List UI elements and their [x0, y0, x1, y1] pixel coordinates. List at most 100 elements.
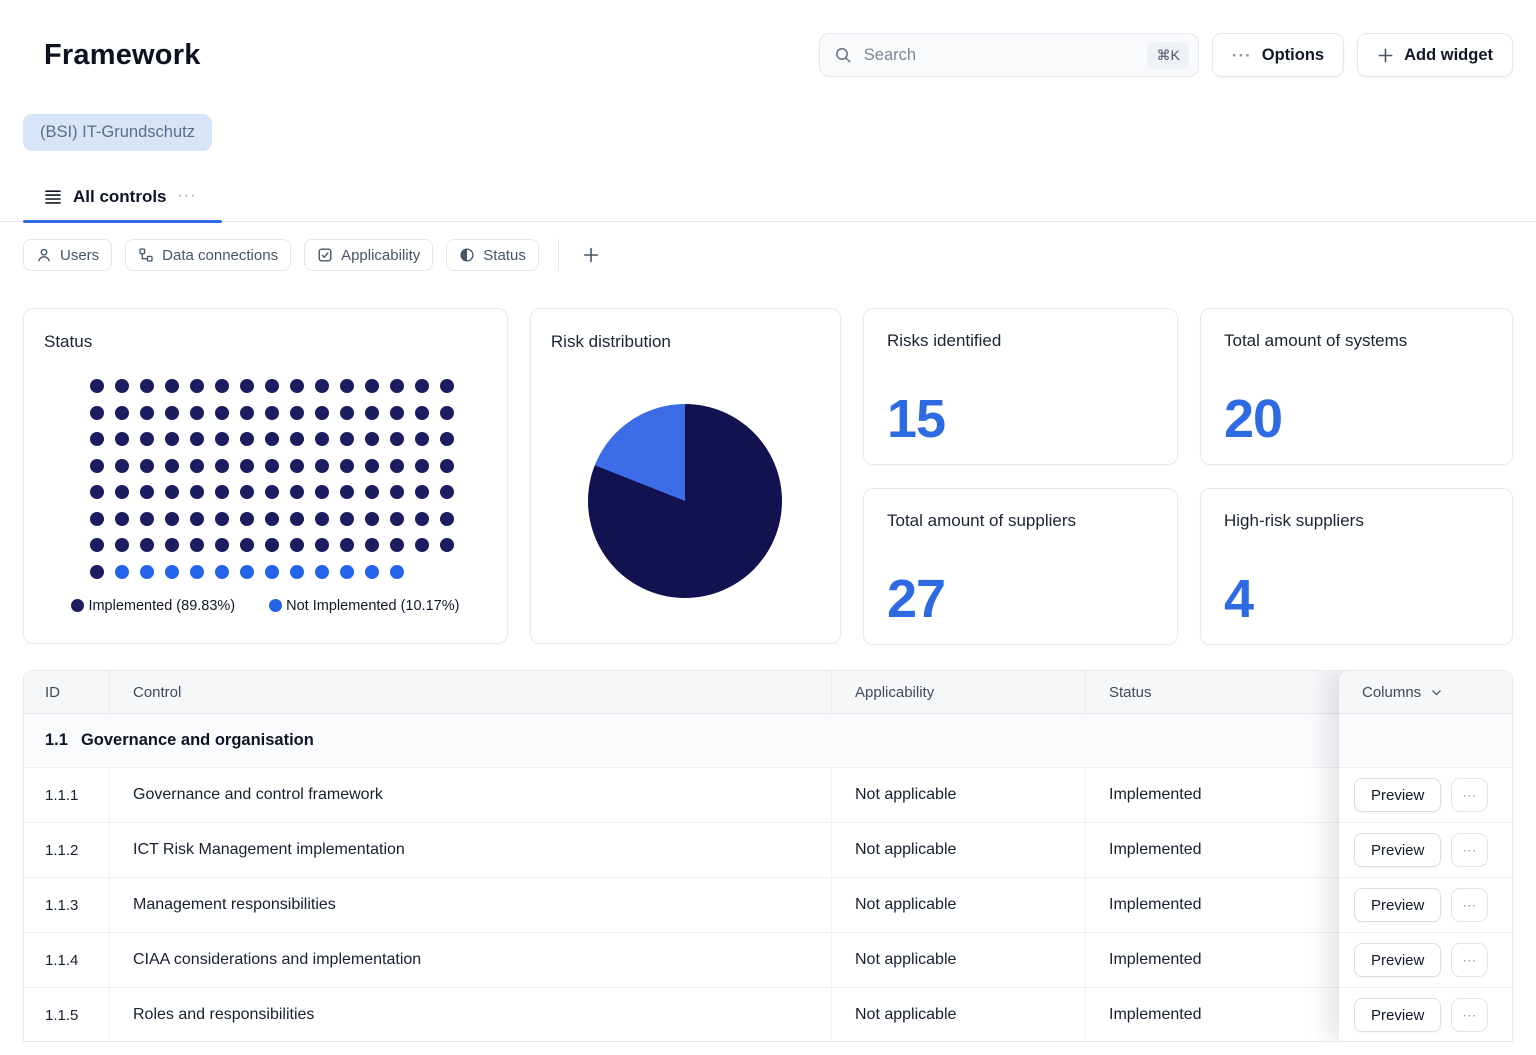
status-dot-implemented: [90, 538, 104, 552]
row-control-cell: Governance and control framework: [109, 768, 831, 822]
columns-panel-row: Preview ⋯: [1339, 933, 1512, 988]
checkbox-icon: [317, 247, 333, 263]
status-dot-implemented: [190, 379, 204, 393]
status-dot-implemented: [440, 485, 454, 499]
plus-icon: [1377, 47, 1394, 64]
status-dot-implemented: [215, 405, 229, 420]
row-more-button[interactable]: ⋯: [1451, 778, 1489, 812]
table-row[interactable]: 1.1.5 Roles and responsibilities Not appli…: [24, 988, 1512, 1041]
tab-all-controls[interactable]: All controls ···: [23, 187, 222, 223]
columns-panel-row: Preview ⋯: [1339, 768, 1512, 823]
row-more-button[interactable]: ⋯: [1451, 998, 1489, 1032]
status-dot-implemented: [215, 511, 229, 526]
table-row[interactable]: 1.1.3 Management responsibilities Not appl…: [24, 878, 1512, 933]
status-dot-implemented: [265, 405, 279, 420]
tab-all-controls-label: All controls: [73, 187, 167, 206]
status-dot-implemented: [115, 432, 129, 446]
filter-chip-data-connections[interactable]: Data connections: [125, 239, 292, 271]
table-section-row[interactable]: 1.1 Governance and organisation: [24, 714, 1512, 768]
row-status-cell: Implemented: [1085, 878, 1341, 932]
total-suppliers-widget: Total amount of suppliers 27: [863, 488, 1178, 645]
filter-chip-label: Data connections: [162, 246, 279, 264]
row-more-button[interactable]: ⋯: [1451, 888, 1489, 922]
status-dot-implemented: [90, 405, 104, 420]
status-dot-implemented: [240, 405, 254, 420]
row-control-cell: Roles and responsibilities: [109, 988, 831, 1041]
status-dot-not-implemented: [240, 564, 254, 579]
section-title: Governance and organisation: [80, 731, 314, 749]
filter-chip-users[interactable]: Users: [23, 239, 113, 271]
status-dot-implemented: [190, 538, 204, 552]
risk-distribution-title: Risk distribution: [550, 332, 671, 351]
add-filter-button[interactable]: [578, 246, 604, 264]
status-dot-implemented: [240, 379, 254, 393]
column-header-control[interactable]: Control: [109, 671, 831, 713]
status-dot-implemented: [115, 538, 129, 552]
status-dot-implemented: [215, 379, 229, 393]
status-dot-implemented: [390, 432, 404, 446]
filter-chip-label: Status: [483, 246, 526, 264]
status-dot-implemented: [140, 379, 154, 393]
preview-button[interactable]: Preview: [1354, 833, 1442, 867]
controls-table: ID Control Applicability Status 1.1 Gove…: [23, 670, 1513, 1042]
status-dot-implemented: [440, 511, 454, 526]
filter-chip-status[interactable]: Status: [446, 239, 539, 271]
status-dot-implemented: [140, 405, 154, 420]
table-row[interactable]: 1.1.2 ICT Risk Management implementation N…: [24, 823, 1512, 878]
preview-button[interactable]: Preview: [1354, 888, 1442, 922]
status-dot-implemented: [315, 458, 329, 473]
column-header-applicability[interactable]: Applicability: [831, 671, 1085, 713]
status-widget: Status Implemented (89.83%) Not Implement…: [23, 308, 508, 644]
row-id-cell: 1.1.1: [45, 786, 79, 804]
filter-chip-applicability[interactable]: Applicability: [304, 239, 434, 271]
row-status-cell: Implemented: [1085, 988, 1341, 1041]
options-button[interactable]: ··· Options: [1211, 33, 1345, 77]
section-id: 1.1: [45, 731, 68, 749]
table-row[interactable]: 1.1.1 Governance and control framework Not…: [24, 768, 1512, 823]
status-dot-not-implemented: [165, 564, 179, 579]
status-dot-implemented: [440, 432, 454, 446]
status-dot-implemented: [290, 538, 304, 552]
status-dot-implemented: [365, 538, 379, 552]
status-dot-implemented: [315, 432, 329, 446]
row-id-cell: 1.1.4: [45, 951, 79, 969]
preview-button[interactable]: Preview: [1354, 998, 1442, 1032]
status-dot-implemented: [165, 405, 179, 420]
search-field[interactable]: [861, 44, 1138, 66]
columns-menu-button[interactable]: Columns: [1339, 671, 1512, 714]
add-widget-button[interactable]: Add widget: [1357, 33, 1513, 77]
status-dot-implemented: [390, 405, 404, 420]
framework-chip[interactable]: (BSI) IT-Grundschutz: [23, 114, 212, 151]
tab-menu-icon[interactable]: ···: [178, 187, 197, 207]
status-dot-implemented: [415, 405, 429, 420]
filter-divider: [557, 239, 559, 271]
status-dot-implemented: [140, 538, 154, 552]
status-dot-implemented: [140, 511, 154, 526]
status-dot-implemented: [265, 485, 279, 499]
preview-button[interactable]: Preview: [1354, 943, 1442, 977]
status-dot-implemented: [340, 458, 354, 473]
status-dot-implemented: [190, 458, 204, 473]
column-header-status[interactable]: Status: [1085, 671, 1341, 713]
status-dot-implemented: [140, 485, 154, 499]
status-dot-not-implemented: [390, 564, 404, 579]
status-dot-implemented: [215, 538, 229, 552]
stats-column-1: Risks identified 15 Total amount of supp…: [863, 308, 1178, 645]
status-dot-implemented: [190, 511, 204, 526]
status-dot-implemented: [140, 458, 154, 473]
row-more-button[interactable]: ⋯: [1451, 943, 1489, 977]
table-row[interactable]: 1.1.4 CIAA considerations and implementat…: [24, 933, 1512, 988]
legend-label: Implemented (89.83%): [88, 597, 236, 614]
columns-panel-rows: Preview ⋯ Preview ⋯ Preview ⋯ Preview ⋯ Preview ⋯: [1339, 768, 1512, 1041]
status-dot-implemented: [290, 511, 304, 526]
filter-chip-label: Users: [60, 246, 100, 264]
preview-button[interactable]: Preview: [1354, 778, 1442, 812]
status-dot-implemented: [315, 511, 329, 526]
status-dot-implemented: [115, 511, 129, 526]
search-input[interactable]: ⌘K: [818, 33, 1199, 77]
column-header-id[interactable]: ID: [24, 671, 109, 713]
columns-panel-section-spacer: [1339, 714, 1512, 768]
row-more-button[interactable]: ⋯: [1451, 833, 1489, 867]
total-suppliers-title: Total amount of suppliers: [887, 511, 1076, 530]
status-dot-implemented: [90, 511, 104, 526]
